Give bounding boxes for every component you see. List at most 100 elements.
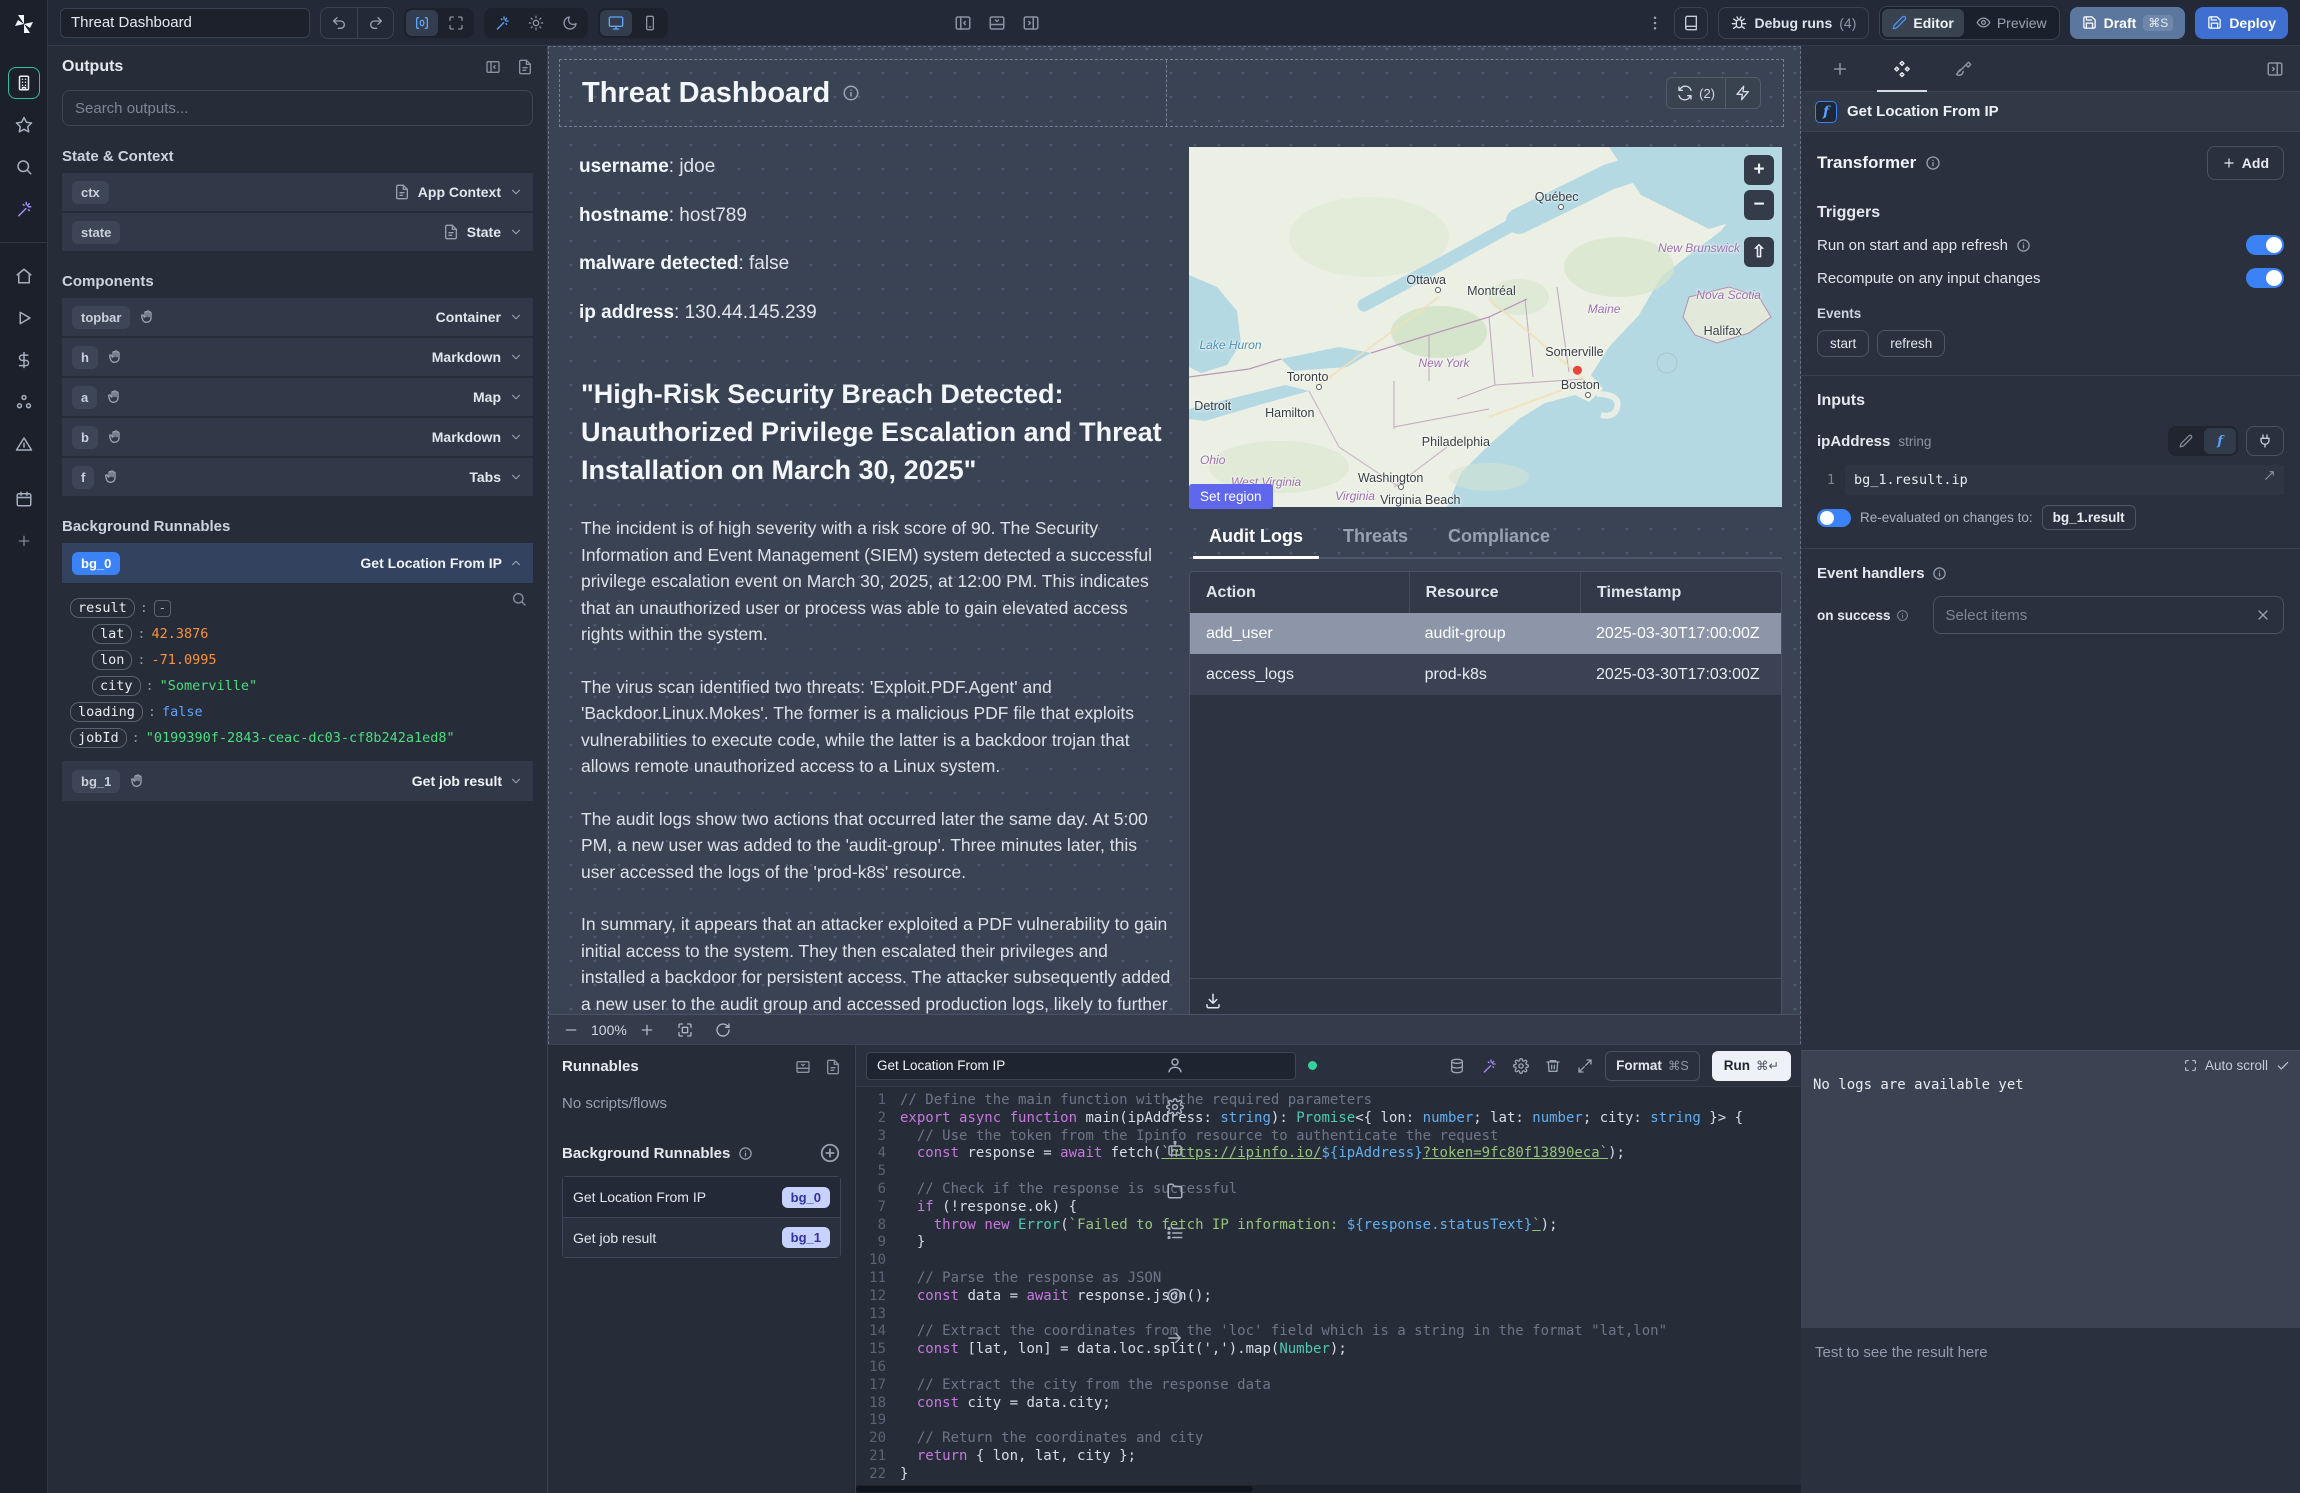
reeval-toggle[interactable] xyxy=(1817,509,1851,527)
docs-button[interactable] xyxy=(1674,7,1708,39)
doc-icon[interactable] xyxy=(517,59,533,75)
output-row-state[interactable]: stateState xyxy=(62,213,533,251)
bg1-badge[interactable]: bg_1 xyxy=(72,770,120,793)
table-row[interactable]: access_logsprod-k8s2025-03-30T17:03:00Z xyxy=(1190,654,1781,695)
column-header[interactable]: Resource xyxy=(1409,572,1580,613)
eval-mode-button[interactable]: f xyxy=(2204,428,2236,454)
output-row-topbar[interactable]: topbarContainer xyxy=(62,298,533,336)
bg0-row[interactable]: bg_0 Get Location From IP xyxy=(62,543,533,583)
sidebar-item-folders[interactable] xyxy=(1159,1175,1191,1207)
collapse-panel-icon[interactable] xyxy=(485,59,501,75)
sidebar-item-resources[interactable] xyxy=(8,386,40,418)
sidebar-item-favorites[interactable] xyxy=(8,109,40,141)
app-canvas[interactable]: Threat Dashboard (2) username: jdoehostn… xyxy=(548,46,1801,1044)
sidebar-item-runs[interactable] xyxy=(8,302,40,334)
tree-node-jobId[interactable]: jobId:"0199390f-2843-ceac-dc03-cf8b242a1… xyxy=(70,725,525,751)
redo-button[interactable] xyxy=(357,8,393,38)
sidebar-item-help[interactable] xyxy=(1159,1280,1191,1312)
connect-button[interactable] xyxy=(2246,426,2284,456)
panel-bottom-icon[interactable] xyxy=(988,14,1006,32)
zoom-in-icon[interactable] xyxy=(639,1022,655,1038)
zoom-out-icon[interactable] xyxy=(563,1022,579,1038)
editor-mode-button[interactable]: Editor xyxy=(1882,9,1963,37)
tree-node-loading[interactable]: loading:false xyxy=(70,699,525,725)
sidebar-item-settings[interactable] xyxy=(1159,1091,1191,1123)
table-row[interactable]: add_useraudit-group2025-03-30T17:00:00Z xyxy=(1190,613,1781,654)
sidebar-item-apps[interactable] xyxy=(8,67,40,99)
tab-insert[interactable] xyxy=(1809,46,1871,91)
event-pill-start[interactable]: start xyxy=(1817,330,1869,357)
sidebar-item-deploy[interactable] xyxy=(8,428,40,460)
sidebar-item-schedules[interactable] xyxy=(8,483,40,515)
tree-node-lat[interactable]: lat:42.3876 xyxy=(70,621,525,647)
map-pan-button[interactable]: ⇧ xyxy=(1744,237,1774,267)
map-component[interactable]: QuébecOttawaMontréalNew BrunswickNova Sc… xyxy=(1189,147,1782,507)
theme-light-button[interactable] xyxy=(520,10,552,36)
markdown-info-component[interactable]: username: jdoehostname: host789malware d… xyxy=(579,143,817,337)
collapse-right-icon[interactable] xyxy=(2266,60,2284,78)
run-on-start-toggle[interactable] xyxy=(2246,235,2284,255)
event-pill-refresh[interactable]: refresh xyxy=(1877,330,1945,357)
on-success-select[interactable]: Select items xyxy=(1933,596,2284,634)
tab-compliance[interactable]: Compliance xyxy=(1428,517,1570,557)
more-menu-icon[interactable] xyxy=(1646,14,1664,32)
set-region-button[interactable]: Set region xyxy=(1189,484,1273,509)
deploy-button[interactable]: Deploy xyxy=(2195,7,2288,39)
sidebar-item-user[interactable] xyxy=(1159,1049,1191,1081)
mobile-view-button[interactable] xyxy=(634,10,666,36)
debug-runs-button[interactable]: Debug runs (4) xyxy=(1718,7,1869,39)
undo-button[interactable] xyxy=(321,8,357,38)
tab-styling[interactable] xyxy=(1933,46,1995,91)
app-title-input[interactable] xyxy=(60,8,310,38)
sidebar-item-more[interactable] xyxy=(8,525,40,557)
bg1-row[interactable]: bg_1 Get job result xyxy=(62,761,533,801)
tree-node-result[interactable]: result:- xyxy=(70,595,525,621)
expand-logs-icon[interactable] xyxy=(2184,1059,2197,1072)
topbar-component[interactable]: Threat Dashboard (2) xyxy=(559,59,1784,127)
panel-left-icon[interactable] xyxy=(954,14,972,32)
map-zoom-in-button[interactable]: + xyxy=(1744,155,1774,185)
add-transformer-button[interactable]: Add xyxy=(2207,146,2284,180)
column-header[interactable]: Action xyxy=(1190,584,1409,602)
tab-audit-logs[interactable]: Audit Logs xyxy=(1189,517,1323,557)
output-row-f[interactable]: fTabs xyxy=(62,458,533,496)
output-row-b[interactable]: bMarkdown xyxy=(62,418,533,456)
recompute-all-button[interactable]: (2) xyxy=(1667,78,1726,108)
sidebar-item-ai-bot[interactable] xyxy=(1159,1133,1191,1165)
panel-right-icon[interactable] xyxy=(1022,14,1040,32)
theme-auto-button[interactable] xyxy=(486,10,518,36)
sidebar-item-logs[interactable] xyxy=(1159,1217,1191,1249)
bg0-badge[interactable]: bg_0 xyxy=(72,552,120,575)
fit-view-icon[interactable] xyxy=(677,1022,693,1038)
sidebar-item-variables[interactable] xyxy=(8,344,40,376)
search-outputs-input[interactable] xyxy=(62,90,533,126)
output-row-a[interactable]: aMap xyxy=(62,378,533,416)
column-header[interactable]: Timestamp xyxy=(1580,572,1781,613)
output-row-ctx[interactable]: ctxApp Context xyxy=(62,173,533,211)
reeval-target-badge[interactable]: bg_1.result xyxy=(2042,505,2136,530)
trigger-button[interactable] xyxy=(1726,78,1760,108)
recompute-toggle[interactable] xyxy=(2246,268,2284,288)
fullscreen-toggle-button[interactable] xyxy=(440,10,472,36)
theme-dark-button[interactable] xyxy=(554,10,586,36)
markdown-article-component[interactable]: "High-Risk Security Breach Detected: Una… xyxy=(557,375,1171,1096)
sidebar-item-collapse[interactable] xyxy=(1159,1322,1191,1354)
output-row-h[interactable]: hMarkdown xyxy=(62,338,533,376)
tree-node-city[interactable]: city:"Somerville" xyxy=(70,673,525,699)
bounds-toggle-button[interactable] xyxy=(406,10,438,36)
reset-view-icon[interactable] xyxy=(715,1022,731,1038)
map-zoom-out-button[interactable]: − xyxy=(1744,190,1774,220)
sidebar-item-home[interactable] xyxy=(8,260,40,292)
clear-icon[interactable] xyxy=(2255,607,2271,623)
desktop-view-button[interactable] xyxy=(600,10,632,36)
draft-button[interactable]: Draft ⌘S xyxy=(2070,7,2186,39)
static-mode-button[interactable] xyxy=(2170,428,2202,454)
tab-threats[interactable]: Threats xyxy=(1323,517,1428,557)
search-icon[interactable] xyxy=(511,591,527,607)
download-icon[interactable] xyxy=(1204,992,1222,1010)
sidebar-item-ai[interactable] xyxy=(8,193,40,225)
preview-mode-button[interactable]: Preview xyxy=(1966,9,2057,37)
expression-value[interactable]: bg_1.result.ip xyxy=(1845,472,1968,488)
tree-node-lon[interactable]: lon:-71.0995 xyxy=(70,647,525,673)
collapse-button[interactable]: - xyxy=(154,600,171,617)
